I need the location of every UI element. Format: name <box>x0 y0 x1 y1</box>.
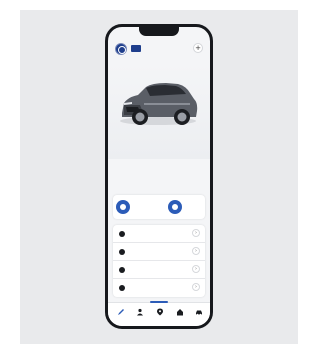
doc-icon <box>119 267 125 273</box>
key-icon <box>119 231 125 237</box>
car-icon <box>119 249 125 255</box>
gauge-icon <box>116 200 130 214</box>
pin-icon <box>157 308 163 316</box>
quick-status-card <box>113 195 205 219</box>
chevron-right-icon: › <box>192 247 200 255</box>
car-icon <box>196 310 202 316</box>
nav-tab-4[interactable] <box>173 308 187 322</box>
plus-icon[interactable]: + <box>193 43 203 53</box>
nav-tab-2[interactable] <box>133 308 147 322</box>
phone-frame: + › › › › <box>105 24 213 329</box>
screenshot-backdrop: + › › › › <box>20 10 298 344</box>
quick-item-right[interactable] <box>168 198 210 216</box>
active-tab-indicator <box>150 301 168 303</box>
chevron-right-icon: › <box>192 229 200 237</box>
menu-item[interactable]: › <box>113 225 205 243</box>
quick-item-left[interactable] <box>116 198 162 216</box>
nav-tab-1[interactable] <box>114 308 128 322</box>
menu-item[interactable]: › <box>113 261 205 279</box>
phone-notch <box>139 27 179 36</box>
menu-list: › › › › <box>113 225 205 297</box>
nav-tab-3[interactable] <box>153 308 167 322</box>
vehicle-badge <box>131 45 141 52</box>
suv-car-image <box>120 83 198 125</box>
chevron-right-icon: › <box>192 265 200 273</box>
pen-icon <box>118 309 124 315</box>
bottom-navigation <box>108 301 210 326</box>
menu-item[interactable]: › <box>113 279 205 297</box>
vehicle-hero <box>108 63 210 159</box>
user-icon <box>119 285 125 291</box>
person-icon <box>137 308 143 316</box>
chevron-right-icon: › <box>192 283 200 291</box>
nav-tab-5[interactable] <box>192 308 206 322</box>
brand-logo-icon[interactable] <box>115 43 127 55</box>
menu-item[interactable]: › <box>113 243 205 261</box>
app-header: + <box>113 41 205 57</box>
person-icon <box>168 200 182 214</box>
home-icon <box>177 309 183 316</box>
